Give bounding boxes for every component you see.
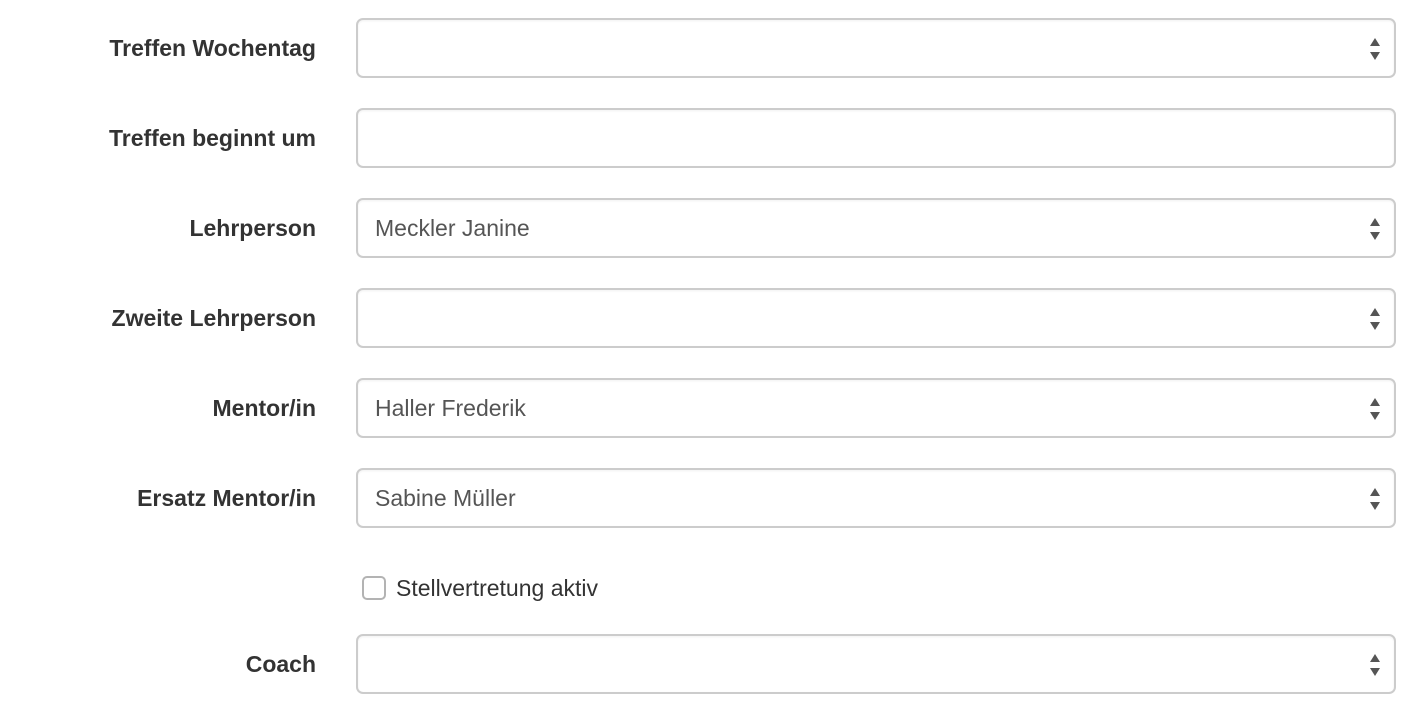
treffen-beginnt-um-input[interactable] [356, 108, 1396, 168]
select-arrows-icon [1369, 397, 1381, 421]
form-row-lehrperson: Lehrperson Meckler Janine [0, 198, 1416, 258]
ersatz-mentor-value: Sabine Müller [375, 485, 516, 511]
zweite-lehrperson-select[interactable] [356, 288, 1396, 348]
select-arrows-icon [1369, 653, 1381, 677]
select-arrows-icon [1369, 487, 1381, 511]
ersatz-mentor-label: Ersatz Mentor/in [137, 485, 316, 511]
treffen-beginnt-um-label: Treffen beginnt um [109, 125, 316, 151]
select-arrows-icon [1369, 37, 1381, 61]
treffen-wochentag-label: Treffen Wochentag [109, 35, 316, 61]
form-row-treffen-beginnt-um: Treffen beginnt um [0, 108, 1416, 168]
coach-select[interactable] [356, 634, 1396, 694]
select-arrows-icon [1369, 217, 1381, 241]
select-arrows-icon [1369, 307, 1381, 331]
form-row-coach: Coach [0, 634, 1416, 694]
form-row-zweite-lehrperson: Zweite Lehrperson [0, 288, 1416, 348]
stellvertretung-aktiv-checkbox[interactable] [362, 576, 386, 600]
mentor-label: Mentor/in [212, 395, 317, 421]
mentor-select[interactable]: Haller Frederik [356, 378, 1396, 438]
treffen-beginnt-um-field[interactable] [375, 110, 1375, 166]
mentor-value: Haller Frederik [375, 395, 526, 421]
lehrperson-select[interactable]: Meckler Janine [356, 198, 1396, 258]
lehrperson-value: Meckler Janine [375, 215, 530, 241]
coach-label: Coach [245, 651, 316, 677]
form-row-mentor: Mentor/in Haller Frederik [0, 378, 1416, 438]
form-row-treffen-wochentag: Treffen Wochentag [0, 18, 1416, 78]
treffen-wochentag-select[interactable] [356, 18, 1396, 78]
lehrperson-label: Lehrperson [189, 215, 316, 241]
form-row-ersatz-mentor: Ersatz Mentor/in Sabine Müller [0, 468, 1416, 528]
stellvertretung-aktiv-label[interactable]: Stellvertretung aktiv [396, 568, 598, 608]
zweite-lehrperson-label: Zweite Lehrperson [111, 305, 316, 331]
ersatz-mentor-select[interactable]: Sabine Müller [356, 468, 1396, 528]
